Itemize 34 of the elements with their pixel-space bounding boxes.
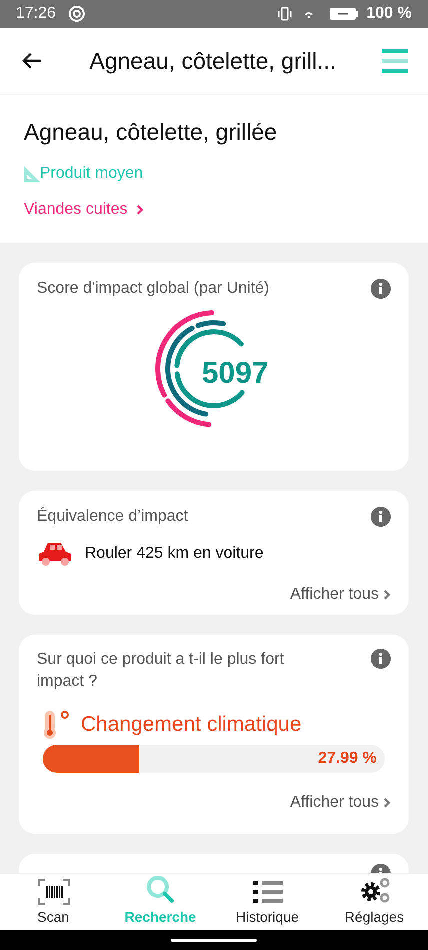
vibrate-icon [276,7,293,21]
car-icon [37,541,73,567]
chevron-icon [136,204,144,216]
page-title: Agneau, côtelette, grill... [88,46,338,76]
card-title: Sur quoi ce produit a t-il le plus fort impact ? [37,650,286,692]
product-name: Agneau, côtelette, grillée [24,118,278,147]
wifi-icon [304,10,313,18]
show-all-link[interactable]: Afficher tous [290,583,391,607]
list-icon [252,879,284,905]
barcode-scan-icon [38,879,70,905]
triangle-ruler-icon [24,166,40,182]
nav-tab[interactable]: Historique [214,874,321,930]
equivalence-text: Rouler 425 km en voiture [85,544,264,564]
nav-tab[interactable]: Réglages [321,874,428,930]
impact-category: Changement climatique [81,712,302,738]
chevron-icon [383,796,391,808]
gears-icon [358,877,390,905]
search-icon [144,875,176,905]
nav-tab[interactable]: Scan [0,874,107,930]
progress-reading: 27.99 % [318,748,377,768]
card-title: Équivalence d’impact [37,506,188,527]
info-icon[interactable] [371,507,391,527]
score-value: 5097 [202,356,269,392]
chevron-icon [383,589,391,601]
battery-icon [328,7,359,21]
show-all-link[interactable]: Afficher tous [290,790,391,814]
back-arrow-icon [22,52,42,70]
card-title: Score d'impact global (par Unité) [37,279,270,299]
battery-percent: 100 % [366,4,412,24]
quality-label: Produit moyen [40,164,144,184]
category-link[interactable]: Viandes cuites [24,198,144,222]
info-icon[interactable] [371,279,391,299]
info-icon[interactable] [371,649,391,669]
status-time: 17:26 [16,4,56,24]
